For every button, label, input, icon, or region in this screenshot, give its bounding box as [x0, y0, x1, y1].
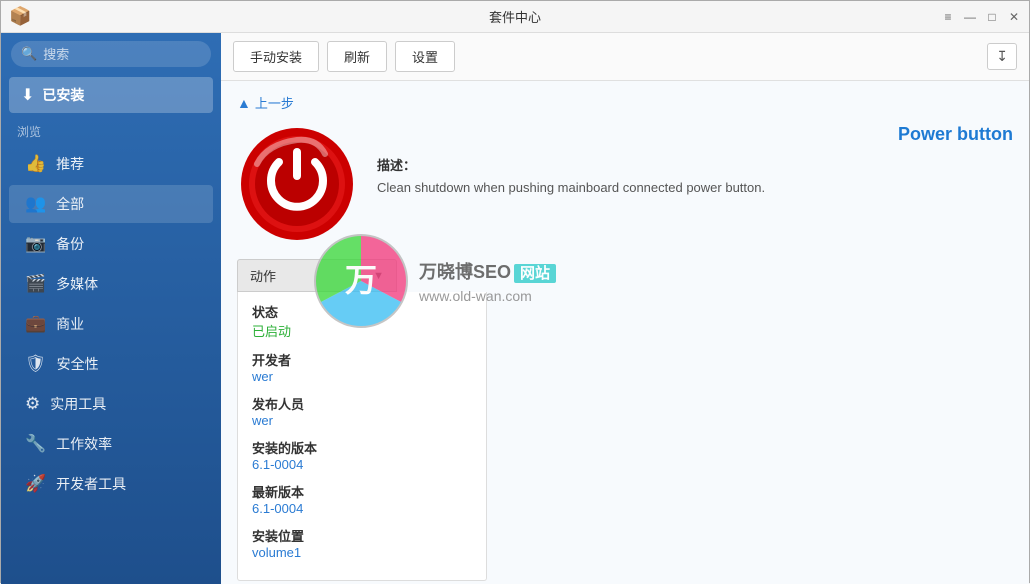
main-layout: 🔍 ⬇ 已安装 浏览 👍 推荐 👥 全部 📷 备份 🎬 多媒体 💼: [1, 33, 1029, 584]
package-icon: [237, 124, 357, 249]
developer-row: 开发者 wer: [252, 350, 472, 384]
browse-section-label: 浏览: [1, 115, 221, 144]
download-icon: ⬇: [21, 85, 34, 105]
refresh-button[interactable]: 刷新: [327, 41, 387, 72]
installed-version-label: 安装的版本: [252, 438, 472, 457]
sidebar-item-media[interactable]: 🎬 多媒体: [9, 265, 213, 303]
search-input[interactable]: [43, 47, 201, 62]
sidebar-item-all-label: 全部: [56, 194, 84, 214]
sidebar-item-business-label: 商业: [56, 314, 84, 334]
publisher-row: 发布人员 wer: [252, 394, 472, 428]
manual-install-button[interactable]: 手动安装: [233, 41, 319, 72]
tools-icon: ⚙: [25, 394, 40, 414]
developer-label: 开发者: [252, 350, 472, 369]
info-panel: 状态 已启动 开发者 wer 发布人员 wer 安装的版本 6.1-0004: [237, 292, 487, 581]
sidebar-item-devtools[interactable]: 🚀 开发者工具: [9, 465, 213, 503]
window-controls: ≡ — □ ✕: [941, 10, 1021, 24]
sidebar-item-efficiency[interactable]: 🔧 工作效率: [9, 425, 213, 463]
search-icon: 🔍: [21, 46, 37, 62]
sidebar-item-installed[interactable]: ⬇ 已安装: [9, 77, 213, 113]
installed-version-row: 安装的版本 6.1-0004: [252, 438, 472, 472]
sidebar-item-backup[interactable]: 📷 备份: [9, 225, 213, 263]
package-meta: Power button 描述： Clean shutdown when pus…: [377, 124, 1013, 249]
sidebar-item-business[interactable]: 💼 商业: [9, 305, 213, 343]
actions-arrow-icon: ▼: [373, 270, 384, 282]
sidebar: 🔍 ⬇ 已安装 浏览 👍 推荐 👥 全部 📷 备份 🎬 多媒体 💼: [1, 33, 221, 584]
toolbar-left: 手动安装 刷新 设置: [233, 41, 455, 72]
description-label: 描述：: [377, 155, 1013, 174]
settings-button[interactable]: 设置: [395, 41, 455, 72]
close-button[interactable]: ✕: [1007, 10, 1021, 24]
titlebar: 📦 套件中心 ≡ — □ ✕: [1, 1, 1029, 33]
efficiency-icon: 🔧: [25, 434, 46, 454]
sidebar-item-recommend[interactable]: 👍 推荐: [9, 145, 213, 183]
description-text: Clean shutdown when pushing mainboard co…: [377, 178, 1013, 198]
maximize-button[interactable]: □: [985, 10, 999, 24]
window-title: 套件中心: [489, 7, 541, 26]
install-location-row: 安装位置 volume1: [252, 526, 472, 560]
status-row: 状态 已启动: [252, 302, 472, 340]
sidebar-item-all[interactable]: 👥 全部: [9, 185, 213, 223]
search-box[interactable]: 🔍: [11, 41, 211, 67]
publisher-label: 发布人员: [252, 394, 472, 413]
sidebar-item-efficiency-label: 工作效率: [56, 434, 112, 454]
sidebar-item-recommend-label: 推荐: [56, 154, 84, 174]
sidebar-item-backup-label: 备份: [56, 234, 84, 254]
backup-icon: 📷: [25, 234, 46, 254]
thumbsup-icon: 👍: [25, 154, 46, 174]
sidebar-item-security-label: 安全性: [57, 354, 99, 374]
back-button[interactable]: ▲ 上一步: [237, 93, 1013, 112]
actions-section: 动作 ▼ 状态 已启动 开发者 wer 发布人员 wer: [237, 259, 1013, 581]
status-value: 已启动: [252, 321, 472, 340]
package-header: Power button 描述： Clean shutdown when pus…: [237, 124, 1013, 249]
devtools-icon: 🚀: [25, 474, 46, 494]
actions-label: 动作: [250, 266, 276, 285]
developer-value: wer: [252, 369, 472, 384]
minimize-button[interactable]: —: [963, 10, 977, 24]
back-arrow-icon: ▲: [237, 95, 251, 111]
app-icon: 📦: [9, 6, 31, 27]
sidebar-item-media-label: 多媒体: [56, 274, 98, 294]
install-location-label: 安装位置: [252, 526, 472, 545]
back-label: 上一步: [255, 93, 294, 112]
latest-version-value: 6.1-0004: [252, 501, 472, 516]
sidebar-item-devtools-label: 开发者工具: [56, 474, 126, 494]
install-location-value: volume1: [252, 545, 472, 560]
content-area: 手动安装 刷新 设置 ↧ ▲ 上一步: [221, 33, 1029, 584]
package-title: Power button: [377, 124, 1013, 145]
sidebar-item-tools[interactable]: ⚙ 实用工具: [9, 385, 213, 423]
publisher-value: wer: [252, 413, 472, 428]
status-label: 状态: [252, 302, 472, 321]
titlebar-left: 📦: [9, 6, 31, 27]
sidebar-item-security[interactable]: 🛡 安全性: [9, 345, 213, 383]
latest-version-row: 最新版本 6.1-0004: [252, 482, 472, 516]
sort-button[interactable]: ↧: [987, 43, 1017, 70]
installed-label: 已安装: [42, 85, 84, 105]
actions-dropdown[interactable]: 动作 ▼: [237, 259, 397, 292]
titlebar-menu-btn[interactable]: ≡: [941, 10, 955, 24]
latest-version-label: 最新版本: [252, 482, 472, 501]
all-icon: 👥: [25, 194, 46, 214]
toolbar: 手动安装 刷新 设置 ↧: [221, 33, 1029, 81]
installed-version-value: 6.1-0004: [252, 457, 472, 472]
business-icon: 💼: [25, 314, 46, 334]
security-icon: 🛡: [25, 354, 47, 374]
sidebar-item-tools-label: 实用工具: [50, 394, 106, 414]
detail-area: ▲ 上一步: [221, 81, 1029, 584]
media-icon: 🎬: [25, 274, 46, 294]
